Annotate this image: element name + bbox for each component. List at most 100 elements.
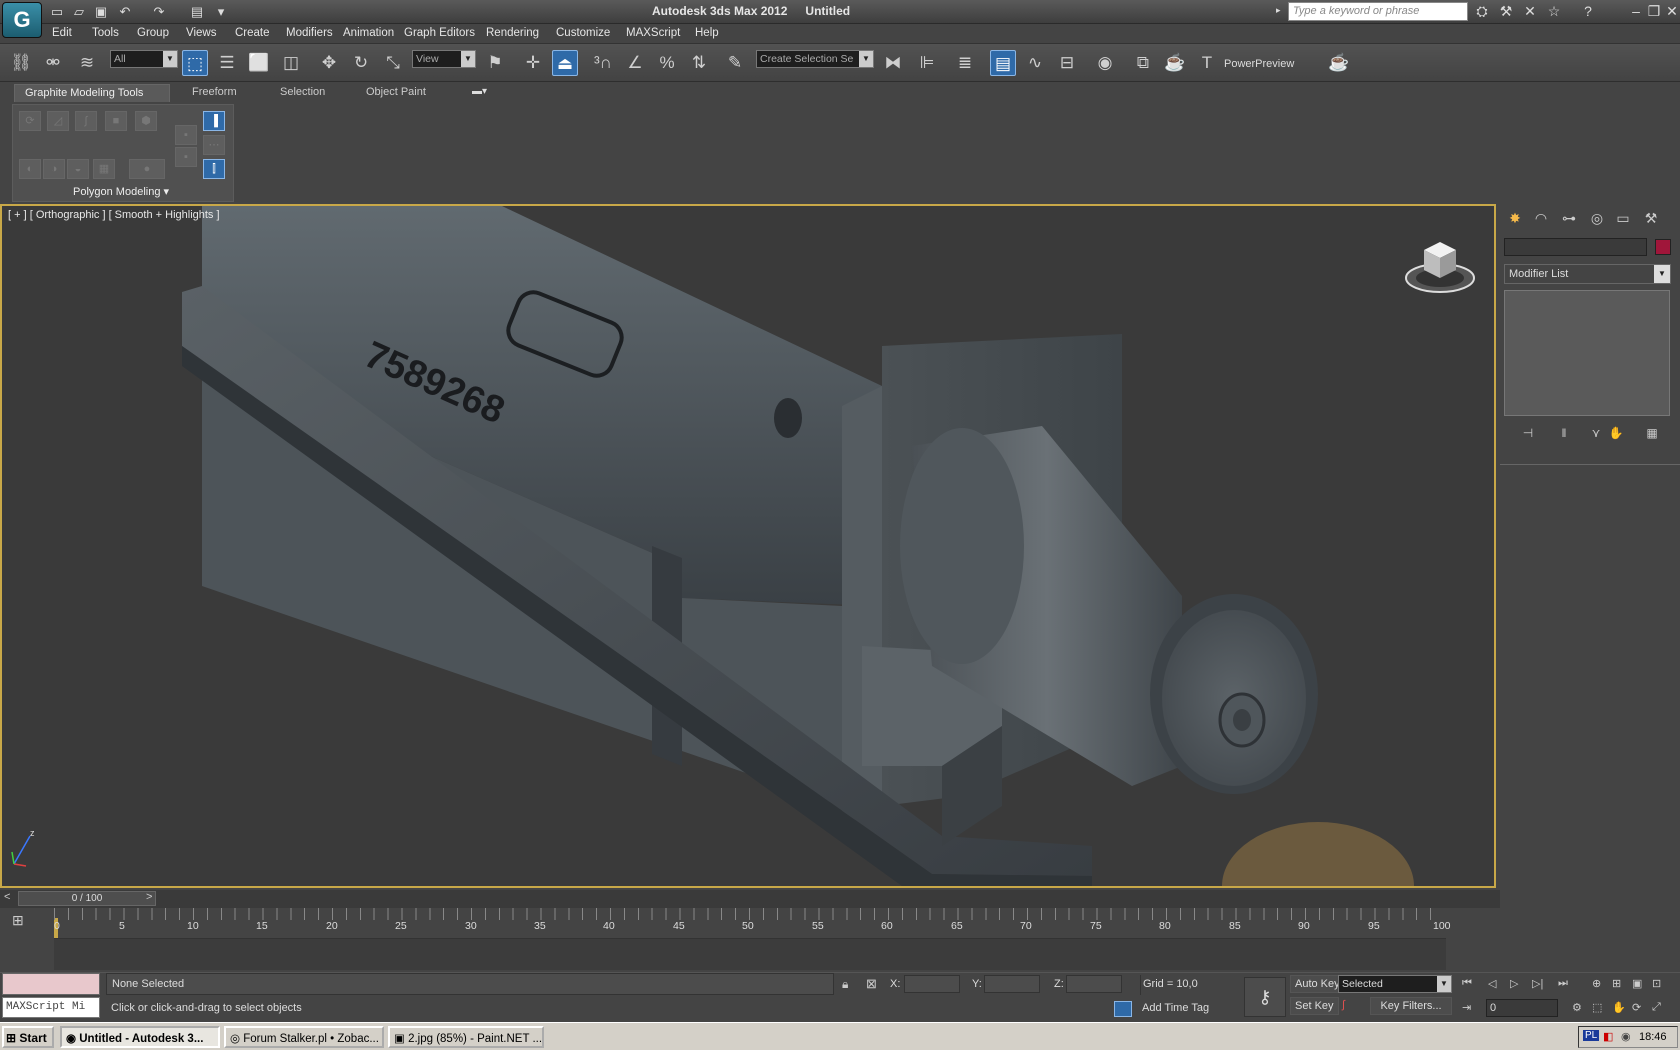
menu-views[interactable]: Views — [186, 27, 216, 39]
time-slider[interactable]: 0 / 100 — [18, 891, 156, 906]
ribbon-tool-icon[interactable]: ▐ — [203, 111, 225, 131]
subscription-icon[interactable]: ⚒ — [1496, 3, 1516, 21]
polygon-modeling-dropdown[interactable]: Polygon Modeling ▾ — [73, 185, 169, 198]
key-mode-dropdown[interactable]: Selected ▼ — [1338, 975, 1452, 993]
go-to-start-icon[interactable]: ⏮ — [1462, 977, 1472, 990]
play-icon[interactable]: ▷ — [1510, 977, 1518, 990]
zoom-all-icon[interactable]: ⊞ — [1612, 977, 1621, 990]
orbit-icon[interactable]: ⟳ — [1632, 1001, 1641, 1014]
pan-hand-icon[interactable]: ✋ — [1612, 1001, 1626, 1014]
minimize-icon[interactable]: – — [1626, 3, 1646, 21]
rendered-frame-window-icon[interactable]: ☕ — [1162, 50, 1188, 76]
ribbon-tool-icon[interactable]: ◿ — [47, 111, 69, 131]
task-paint-net[interactable]: ▣ 2.jpg (85%) - Paint.NET ... — [388, 1026, 544, 1048]
menu-modifiers[interactable]: Modifiers — [286, 27, 333, 39]
ribbon-tool-icon[interactable]: ◒ — [67, 159, 89, 179]
auto-key-button[interactable]: Auto Key — [1290, 975, 1345, 993]
add-time-tag[interactable]: Add Time Tag — [1140, 999, 1211, 1017]
tab-graphite-modeling-tools[interactable]: Graphite Modeling Tools — [14, 84, 170, 102]
tray-volume-icon[interactable]: ◉ — [1621, 1030, 1631, 1043]
task-3dsmax[interactable]: ◉ Untitled - Autodesk 3... — [60, 1026, 220, 1048]
tray-app-icon[interactable]: ◧ — [1603, 1030, 1613, 1043]
open-file-icon[interactable]: ▱ — [70, 3, 88, 20]
absolute-offset-toggle-icon[interactable]: ⊠ — [866, 976, 877, 992]
angle-snap-icon[interactable]: ∠ — [622, 50, 648, 76]
edit-named-selection-icon[interactable]: ✎ — [722, 50, 748, 76]
viewport-label-menu[interactable]: [ + ] [ Orthographic ] [ Smooth + Highli… — [8, 209, 220, 221]
object-color-swatch[interactable] — [1655, 239, 1671, 255]
select-and-move-icon[interactable]: ✥ — [316, 50, 342, 76]
time-configuration-icon[interactable]: ⚙ — [1572, 1001, 1582, 1014]
modify-panel-icon[interactable]: ◠ — [1530, 210, 1552, 230]
language-indicator[interactable]: PL — [1583, 1030, 1600, 1041]
undo-icon[interactable]: ↶ — [116, 3, 134, 20]
track-bar[interactable]: ⊞ 0 5 10 15 20 25 30 35 40 45 50 55 60 6… — [0, 908, 1500, 974]
motion-panel-icon[interactable]: ◎ — [1586, 210, 1608, 230]
time-next-arrow-icon[interactable]: > — [146, 891, 152, 903]
key-tangent-icon[interactable]: ∫ — [1342, 999, 1345, 1011]
ribbon-tool-icon[interactable]: ⟳ — [19, 111, 41, 131]
x-coordinate-field[interactable] — [904, 975, 960, 993]
search-input[interactable]: Type a keyword or phrase — [1288, 2, 1468, 21]
configure-modifier-sets-icon[interactable]: ▦ — [1642, 426, 1662, 442]
pin-stack-icon[interactable]: ⊣ — [1518, 426, 1538, 442]
select-object-icon[interactable]: ⬚ — [182, 50, 208, 76]
help-icon[interactable]: ? — [1578, 3, 1598, 21]
select-and-manipulate-icon[interactable]: ✛ — [520, 50, 546, 76]
render-setup-icon[interactable]: ⧉ — [1130, 50, 1156, 76]
object-name-field[interactable] — [1504, 238, 1647, 256]
next-frame-icon[interactable]: ▷| — [1532, 977, 1543, 990]
open-mini-curve-editor-icon[interactable]: ⊞ — [12, 912, 24, 929]
time-tag-icon[interactable] — [1114, 1001, 1132, 1017]
tab-selection[interactable]: Selection — [270, 84, 335, 102]
selection-filter-dropdown[interactable]: All ▼ — [110, 50, 178, 68]
modifier-stack[interactable] — [1504, 290, 1670, 416]
power-preview-label[interactable]: PowerPreview — [1224, 58, 1294, 70]
set-key-icon[interactable]: ⚷ — [1244, 977, 1286, 1017]
key-mode-toggle-icon[interactable]: ⇥ — [1462, 1001, 1471, 1014]
align-icon[interactable]: ⊫ — [914, 50, 940, 76]
bind-to-space-warp-icon[interactable]: ≋ — [74, 50, 100, 76]
unlink-icon[interactable]: ⚮ — [40, 50, 66, 76]
menu-edit[interactable]: Edit — [52, 27, 72, 39]
z-coordinate-field[interactable] — [1066, 975, 1122, 993]
select-and-rotate-icon[interactable]: ↻ — [348, 50, 374, 76]
select-and-scale-icon[interactable]: ⤡ — [380, 50, 406, 76]
close-icon[interactable]: ✕ — [1662, 3, 1680, 21]
quick-access-dropdown-icon[interactable]: ▾ — [212, 3, 230, 20]
go-to-end-icon[interactable]: ⏭ — [1558, 977, 1568, 990]
maximize-viewport-icon[interactable]: ⤢ — [1652, 1001, 1661, 1014]
zoom-extents-all-icon[interactable]: ⊡ — [1652, 977, 1661, 990]
menu-help[interactable]: Help — [695, 27, 719, 39]
redo-icon[interactable]: ↷ — [150, 3, 168, 20]
ribbon-tool-icon[interactable]: ■ — [105, 111, 127, 131]
start-button[interactable]: ⊞ Start — [2, 1026, 54, 1048]
textool-icon[interactable]: T — [1194, 50, 1220, 76]
render-production-teapot-icon[interactable]: ☕ — [1326, 50, 1352, 76]
curve-editor-icon[interactable]: ∿ — [1022, 50, 1048, 76]
display-panel-icon[interactable]: ▭ — [1612, 210, 1634, 230]
ribbon-tool-icon[interactable]: ∫ — [75, 111, 97, 131]
new-file-icon[interactable]: ▭ — [48, 3, 66, 20]
ribbon-tool-icon[interactable]: ▪ — [175, 147, 197, 167]
make-unique-icon[interactable]: ⋎ — [1586, 426, 1606, 442]
utilities-panel-icon[interactable]: ⚒ — [1640, 210, 1662, 230]
menu-animation[interactable]: Animation — [343, 27, 394, 39]
hierarchy-panel-icon[interactable]: ⊶ — [1558, 210, 1580, 230]
rectangular-selection-icon[interactable]: ⬜ — [246, 50, 272, 76]
window-crossing-icon[interactable]: ◫ — [278, 50, 304, 76]
reference-coordinate-dropdown[interactable]: View ▼ — [412, 50, 476, 68]
schematic-view-icon[interactable]: ⊟ — [1054, 50, 1080, 76]
search-expand-icon[interactable]: ▸ — [1276, 5, 1281, 16]
keyboard-shortcut-override-icon[interactable]: ⏏ — [552, 50, 578, 76]
graphite-ribbon-toggle-icon[interactable]: ▤ — [990, 50, 1016, 76]
selection-lock-icon[interactable]: 🔒︎ — [842, 977, 848, 992]
ribbon-tool-icon[interactable]: ◐ — [19, 159, 41, 179]
previous-frame-icon[interactable]: ◁ — [1488, 977, 1496, 990]
viewcube-icon[interactable] — [1404, 234, 1476, 296]
mirror-icon[interactable]: ⧓ — [880, 50, 906, 76]
ribbon-tool-icon[interactable]: ⋯ — [203, 135, 225, 155]
menu-rendering[interactable]: Rendering — [486, 27, 539, 39]
menu-maxscript[interactable]: MAXScript — [626, 27, 680, 39]
tab-object-paint[interactable]: Object Paint — [356, 84, 436, 102]
